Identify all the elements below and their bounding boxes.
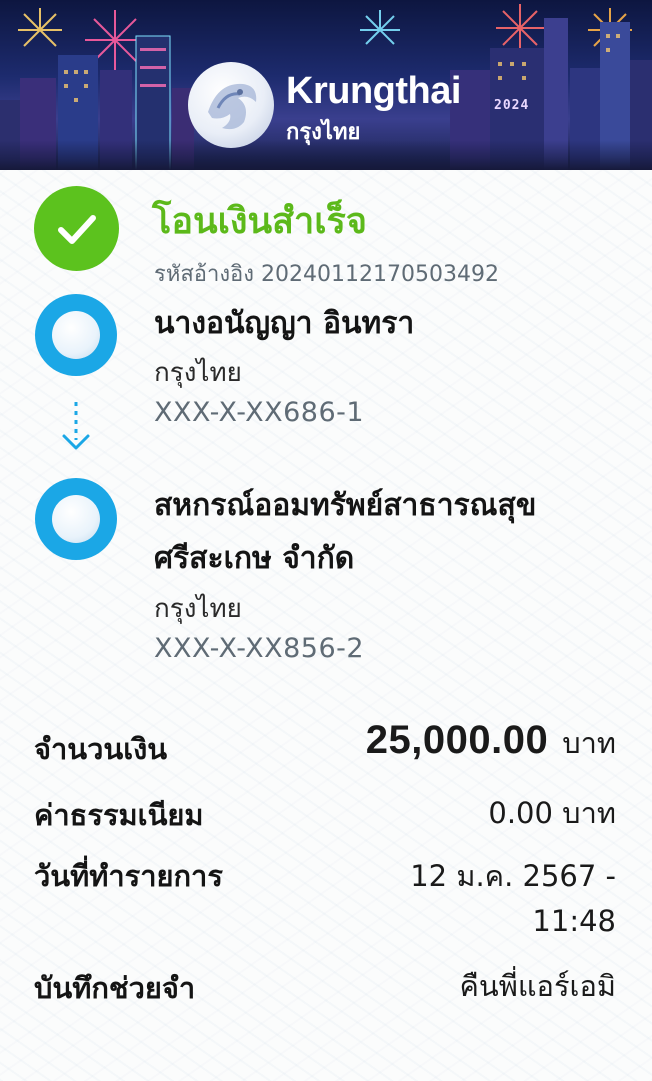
reference-line: รหัสอ้างอิง 20240112170503492 [154, 256, 499, 291]
amount-label: จำนวนเงิน [34, 732, 168, 766]
fee-label: ค่าธรรมเนียม [34, 798, 204, 832]
transaction-date-value: 12 ม.ค. 2567 - [410, 859, 616, 893]
receiver-bank: กรุงไทย [154, 594, 242, 624]
amount-value-group: 25,000.00 บาท [366, 718, 616, 766]
transfer-success-title: โอนเงินสำเร็จ [152, 201, 367, 242]
sender-account: XXX-X-XX686-1 [154, 397, 365, 428]
receiver-account: XXX-X-XX856-2 [154, 633, 365, 664]
brand-name-en: Krungthai [286, 70, 461, 112]
success-check-icon [34, 186, 119, 271]
reference-label: รหัสอ้างอิง [154, 262, 255, 287]
transaction-date-label: วันที่ทำรายการ [34, 859, 223, 893]
receiver-name-line1: สหกรณ์ออมทรัพย์สาธารณสุข [154, 488, 537, 523]
reference-number: 20240112170503492 [261, 262, 499, 287]
receiver-bank-logo-icon [35, 478, 117, 560]
fee-value: 0.00 บาท [488, 796, 616, 830]
sender-name: นางอนัญญา อินทรา [154, 306, 415, 341]
memo-value: คืนพี่แอร์เอมิ [459, 969, 616, 1003]
arrow-down-icon [62, 402, 90, 450]
memo-label: บันทึกช่วยจำ [34, 971, 196, 1005]
header-banner: Krungthai กรุงไทย 2024 [0, 0, 652, 170]
krungthai-bird-icon [188, 62, 274, 148]
transaction-time-value: 11:48 [532, 904, 616, 938]
amount-unit: บาท [562, 726, 616, 760]
receiver-name-line2: ศรีสะเกษ จำกัด [154, 541, 355, 576]
sender-bank-logo-icon [35, 294, 117, 376]
amount-value: 25,000.00 [365, 718, 549, 762]
brand-name-th: กรุงไทย [286, 120, 361, 145]
sender-bank: กรุงไทย [154, 358, 242, 388]
year-badge: 2024 [494, 98, 530, 113]
